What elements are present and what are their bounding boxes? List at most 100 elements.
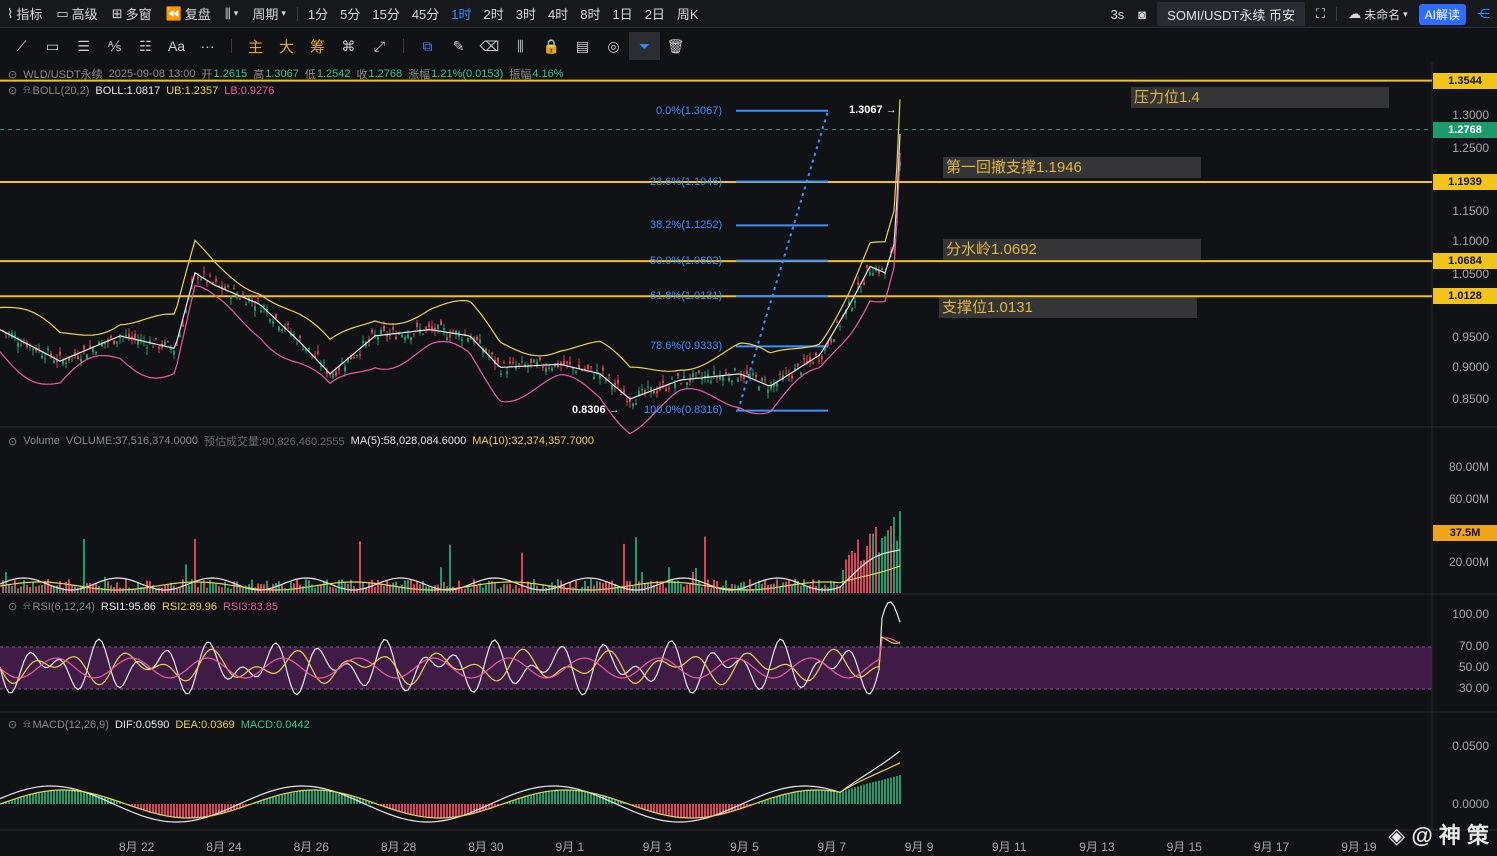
interval-8[interactable]: 8时: [574, 0, 606, 28]
lock-icon[interactable]: 🔒: [536, 32, 567, 60]
interval-0[interactable]: 1分: [302, 0, 334, 28]
filter-icon[interactable]: ⏷: [629, 32, 660, 60]
interval-7[interactable]: 4时: [542, 0, 574, 28]
macd-histogram-bar: [443, 804, 445, 818]
volume-bar: [251, 579, 253, 593]
boll-lower-line: [0, 152, 901, 435]
alarm-icon[interactable]: ⍾: [23, 718, 30, 731]
annotation-watershed[interactable]: 分水岭1.0692: [943, 239, 1201, 260]
pencil-icon[interactable]: ✎: [443, 32, 474, 60]
interval-10[interactable]: 2日: [639, 0, 671, 28]
macd-histogram-bar: [779, 795, 781, 804]
refresh-rate[interactable]: 3s: [1104, 0, 1132, 28]
camera-icon[interactable]: ◙: [1131, 0, 1153, 28]
candle-body: [863, 282, 865, 286]
alarm-icon[interactable]: ⍾: [23, 84, 30, 97]
period-button[interactable]: 周期 ▾: [245, 0, 293, 28]
main-chart-icon[interactable]: 主: [240, 32, 271, 60]
ai-interpret-button[interactable]: AI解读: [1418, 3, 1466, 25]
macd-histogram-bar: [890, 777, 892, 804]
macd-histogram-bar: [317, 790, 319, 804]
annotation-resistance[interactable]: 压力位1.4: [1131, 87, 1389, 108]
chart-type-button[interactable]: ⫼ ▾: [218, 0, 246, 28]
rectangle-icon[interactable]: ▭: [37, 32, 68, 60]
advanced-button[interactable]: ▭ 高级: [49, 0, 104, 28]
interval-5[interactable]: 2时: [478, 0, 510, 28]
copy-icon[interactable]: ⧉: [412, 32, 443, 60]
candle-body: [596, 369, 598, 371]
volume-bar: [779, 587, 781, 593]
annotation-support[interactable]: 支撑位1.0131: [939, 297, 1197, 318]
volume-bar: [497, 588, 499, 593]
volume-bar: [599, 581, 601, 593]
chart-area[interactable]: ⊙ WLD/USDT永续 2025-09-08 13:00 开 1.2615 高1…: [0, 62, 1497, 856]
trendline-icon[interactable]: ⟋: [6, 32, 37, 60]
candle-body: [479, 339, 481, 344]
text-tool-icon[interactable]: Aa: [161, 32, 192, 60]
interval-4[interactable]: 1时: [445, 0, 477, 28]
volume-bar: [593, 585, 595, 593]
parallel-lines-icon[interactable]: ☰: [68, 32, 99, 60]
notes-icon[interactable]: ▤: [567, 32, 598, 60]
candle-body: [461, 339, 463, 342]
alarm-icon[interactable]: ⍾: [23, 600, 30, 613]
interval-6[interactable]: 3时: [510, 0, 542, 28]
volume-bar: [398, 587, 400, 593]
price-tag-line: 1.1939: [1433, 174, 1497, 190]
fib-label: 100.0%(0.8316): [644, 404, 723, 416]
macd-histogram-bar: [143, 804, 145, 810]
fullscreen-icon[interactable]: ⛶: [1309, 0, 1332, 28]
indicator-button[interactable]: ⌇ 指标: [0, 0, 49, 28]
gann-tool-icon[interactable]: ☷: [130, 32, 161, 60]
macd-histogram-bar: [167, 804, 169, 817]
macd-histogram-bar: [710, 804, 712, 817]
macd-histogram-bar: [65, 790, 67, 804]
macd-histogram-bar: [812, 790, 814, 804]
interval-9[interactable]: 1日: [606, 0, 638, 28]
volume-bar: [212, 583, 214, 593]
fib-tool-icon[interactable]: ⅍: [99, 32, 130, 60]
large-orders-icon[interactable]: 大: [271, 32, 302, 60]
candle-body: [674, 383, 676, 388]
candle-body: [491, 352, 493, 355]
annotation-first-retrace-support[interactable]: 第一回撤支撑1.1946: [943, 157, 1201, 178]
collapse-icon[interactable]: ⊙: [8, 718, 17, 731]
volume-bar: [17, 588, 19, 593]
layout-name-button[interactable]: ☁ 未命名 ▾: [1341, 0, 1415, 28]
volume-bar: [665, 587, 667, 593]
candles-compare-icon[interactable]: ⫼: [505, 32, 536, 60]
share-icon[interactable]: ⋲: [1470, 0, 1497, 28]
multi-window-button[interactable]: ⊞ 多窗: [105, 0, 159, 28]
volume-bar: [107, 581, 109, 593]
macd-histogram-bar: [146, 804, 148, 811]
chips-icon[interactable]: 筹: [302, 32, 333, 60]
interval-3[interactable]: 45分: [406, 0, 445, 28]
time-axis-label: 9月 7: [817, 840, 847, 854]
collapse-icon[interactable]: ⊙: [8, 84, 17, 97]
macd-histogram-bar: [869, 782, 871, 804]
candle-body: [53, 360, 55, 363]
volume-bar: [323, 581, 325, 593]
collapse-icon[interactable]: ⊙: [8, 435, 17, 448]
interval-1[interactable]: 5分: [334, 0, 366, 28]
candle-body: [242, 294, 244, 296]
chart-canvas[interactable]: [0, 62, 1497, 856]
more-tools-icon[interactable]: ···: [192, 32, 223, 60]
volume-bar: [500, 587, 502, 593]
price-tag-line: 1.3544: [1433, 73, 1497, 89]
symbol-compare-box[interactable]: SOMI/USDT永续 币安: [1157, 2, 1305, 26]
trash-icon[interactable]: 🗑: [660, 32, 691, 60]
visibility-icon[interactable]: ◎: [598, 32, 629, 60]
collapse-icon[interactable]: ⊙: [8, 600, 17, 613]
replay-button[interactable]: ⏪ 复盘: [159, 0, 218, 28]
interval-2[interactable]: 15分: [366, 0, 405, 28]
measure-icon[interactable]: ⤢: [364, 32, 395, 60]
time-axis-label: 9月 13: [1079, 840, 1115, 854]
interval-11[interactable]: 周K: [671, 0, 705, 28]
candle-body: [620, 393, 622, 395]
magnet-icon[interactable]: ⌘: [333, 32, 364, 60]
collapse-icon[interactable]: ⊙: [8, 68, 17, 81]
eraser-icon[interactable]: ⌫: [474, 32, 505, 60]
macd-histogram-bar: [686, 804, 688, 818]
macd-histogram-bar: [776, 796, 778, 804]
